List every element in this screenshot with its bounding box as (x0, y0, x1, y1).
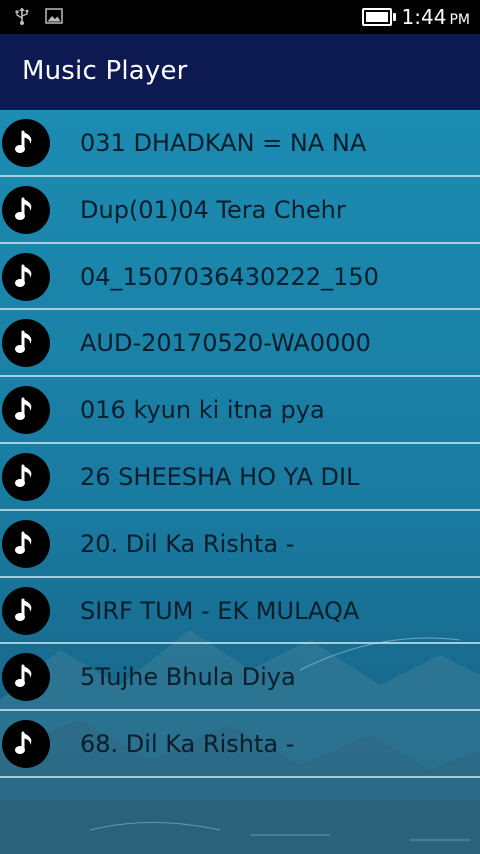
song-row[interactable]: 26 SHEESHA HO YA DIL (0, 444, 480, 511)
music-note-icon (2, 519, 50, 568)
image-icon (45, 8, 63, 24)
song-list: 031 DHADKAN = NA NA Dup(01)04 Tera Chehr… (0, 110, 480, 778)
song-row[interactable]: SIRF TUM - EK MULAQA (0, 578, 480, 645)
status-icons-right: 1:44 PM (361, 5, 470, 29)
music-note-icon (2, 386, 50, 435)
clock: 1:44 PM (402, 5, 470, 29)
song-row[interactable]: Dup(01)04 Tera Chehr (0, 177, 480, 244)
clock-ampm: PM (449, 12, 470, 28)
song-list-container[interactable]: 031 DHADKAN = NA NA Dup(01)04 Tera Chehr… (0, 110, 480, 854)
song-title: Dup(01)04 Tera Chehr (80, 195, 346, 224)
music-note-icon (2, 119, 50, 167)
battery-level (365, 12, 388, 22)
song-title: 68. Dil Ka Rishta - (80, 730, 295, 759)
song-row[interactable]: 04_1507036430222_150 (0, 244, 480, 311)
song-title: SIRF TUM - EK MULAQA (80, 596, 360, 625)
song-title: 26 SHEESHA HO YA DIL (80, 462, 360, 491)
app-title: Music Player (22, 56, 188, 86)
song-title: 20. Dil Ka Rishta - (80, 529, 295, 558)
music-note-icon (2, 720, 50, 769)
music-note-icon (2, 319, 50, 368)
music-note-icon (2, 252, 50, 301)
song-title: 5Tujhe Bhula Diya (80, 663, 296, 692)
song-title: AUD-20170520-WA0000 (80, 329, 371, 358)
song-row[interactable]: 68. Dil Ka Rishta - (0, 711, 480, 778)
status-bar: 1:44 PM (0, 0, 480, 34)
app-bar: Music Player (0, 34, 480, 110)
music-note-icon (2, 586, 50, 635)
song-row[interactable]: 5Tujhe Bhula Diya (0, 644, 480, 712)
song-row[interactable]: 20. Dil Ka Rishta - (0, 511, 480, 578)
song-row[interactable]: AUD-20170520-WA0000 (0, 310, 480, 378)
clock-time: 1:44 (401, 5, 447, 29)
music-note-icon (2, 452, 50, 501)
song-row[interactable]: 031 DHADKAN = NA NA (0, 110, 480, 177)
music-note-icon (2, 185, 50, 234)
usb-icon (15, 7, 29, 25)
status-icons-left (12, 6, 64, 26)
music-note-icon (2, 653, 50, 702)
song-title: 031 DHADKAN = NA NA (80, 129, 367, 157)
song-row[interactable]: 016 kyun ki itna pya (0, 377, 480, 444)
battery-icon (361, 8, 396, 26)
song-title: 016 kyun ki itna pya (80, 396, 325, 425)
song-title: 04_1507036430222_150 (80, 262, 379, 291)
